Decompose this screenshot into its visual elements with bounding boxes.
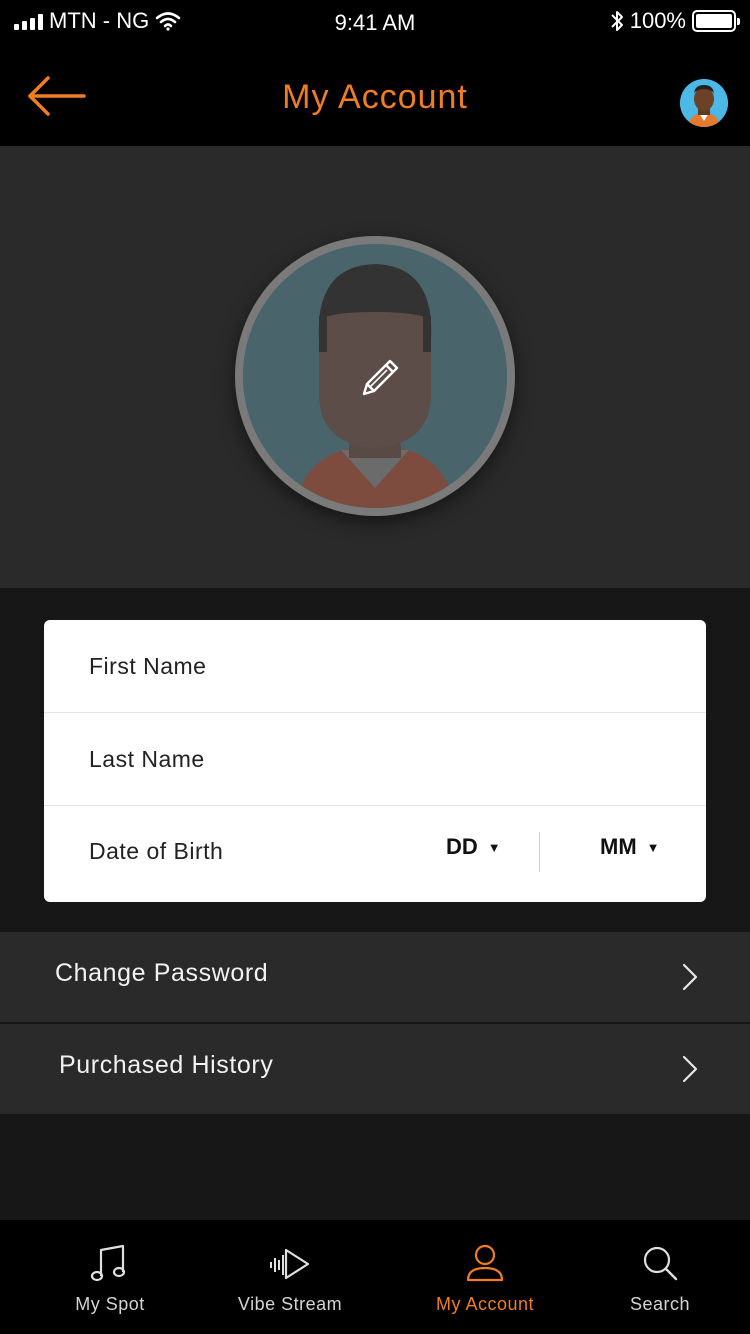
- user-icon: [466, 1244, 504, 1282]
- search-icon: [643, 1246, 678, 1281]
- music-note-icon: [90, 1244, 126, 1282]
- vibe-stream-icon: [270, 1248, 310, 1280]
- avatar[interactable]: [680, 79, 728, 127]
- first-name-row: [44, 620, 706, 713]
- profile-photo: [243, 244, 507, 508]
- chevron-right-icon: [682, 963, 698, 991]
- tab-label: Vibe Stream: [237, 1294, 343, 1314]
- tab-vibe-stream[interactable]: Vibe Stream: [200, 1220, 380, 1334]
- chevron-right-icon: [682, 1055, 698, 1083]
- battery-percent: 100%: [629, 8, 686, 33]
- tab-label: My Spot: [75, 1294, 145, 1314]
- last-name-row: [44, 713, 706, 806]
- change-password-item[interactable]: Change Password: [0, 932, 750, 1022]
- last-name-field[interactable]: [89, 713, 669, 806]
- first-name-field[interactable]: [89, 620, 669, 713]
- bluetooth-icon: [611, 11, 623, 31]
- status-right: 100%: [610, 8, 740, 34]
- profile-form: Date of Birth DD ▼ MM ▼: [44, 620, 706, 902]
- tab-label: My Account: [435, 1294, 535, 1314]
- tab-search[interactable]: Search: [570, 1220, 750, 1334]
- caret-down-icon: ▼: [487, 839, 501, 855]
- battery-icon: [692, 10, 740, 32]
- tab-my-spot[interactable]: My Spot: [20, 1220, 200, 1334]
- profile-hero: [0, 146, 750, 588]
- menu-item-label: Change Password: [55, 959, 269, 987]
- dob-label: Date of Birth: [89, 838, 224, 864]
- tab-my-account[interactable]: My Account: [395, 1220, 575, 1334]
- app-header: My Account: [0, 44, 750, 146]
- profile-photo-button[interactable]: [235, 236, 515, 516]
- menu-item-label: Purchased History: [59, 1051, 274, 1079]
- date-of-birth-row: Date of Birth DD ▼ MM ▼: [44, 806, 706, 899]
- day-value: DD: [446, 834, 478, 859]
- day-select[interactable]: DD ▼: [446, 834, 501, 860]
- status-bar: MTN - NG 9:41 AM 100%: [0, 0, 750, 44]
- dob-divider: [539, 832, 540, 872]
- month-select[interactable]: MM ▼: [600, 834, 660, 860]
- purchased-history-item[interactable]: Purchased History: [0, 1024, 750, 1114]
- page-title: My Account: [282, 78, 468, 116]
- month-value: MM: [600, 834, 637, 859]
- form-area: Date of Birth DD ▼ MM ▼: [0, 588, 750, 932]
- pencil-icon[interactable]: [356, 354, 404, 402]
- tab-bar: My Spot Vibe Stream My Account Search: [0, 1220, 750, 1334]
- caret-down-icon: ▼: [646, 839, 660, 855]
- tab-label: Search: [629, 1294, 691, 1314]
